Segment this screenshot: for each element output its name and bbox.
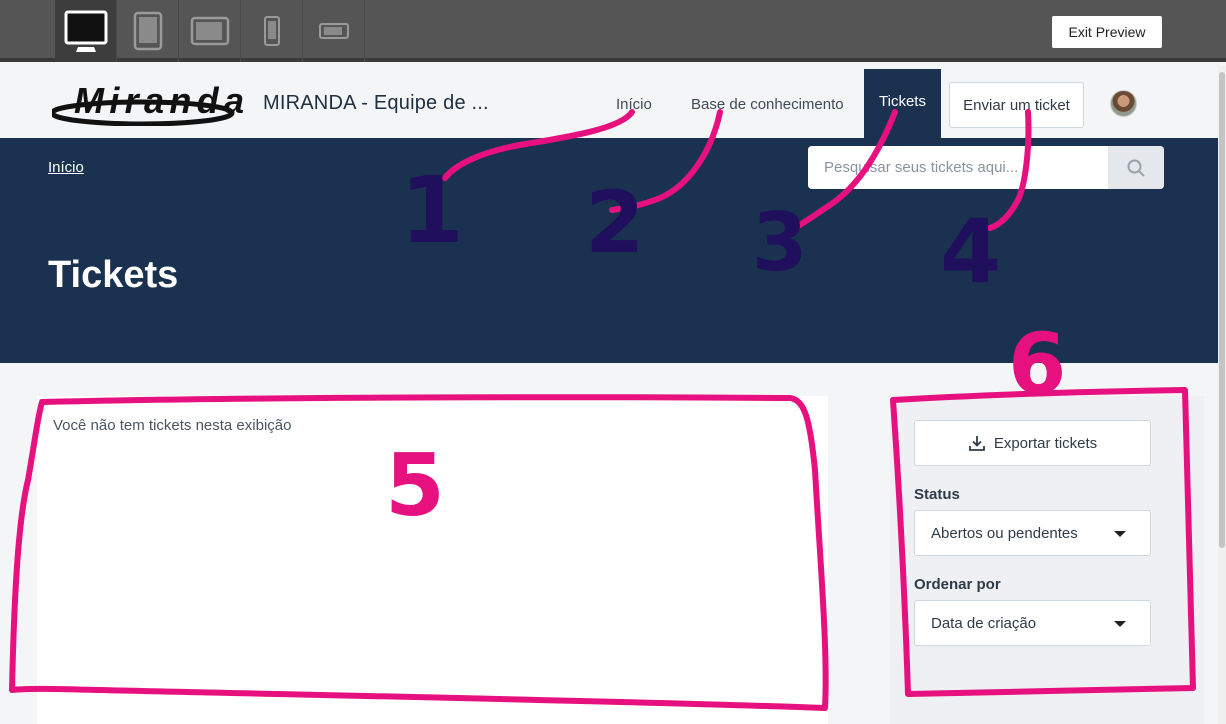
page-title: Tickets xyxy=(48,254,179,296)
exit-preview-button[interactable]: Exit Preview xyxy=(1052,16,1162,48)
ticket-search xyxy=(808,146,1164,189)
status-select[interactable]: Abertos ou pendentes xyxy=(914,510,1151,556)
download-icon xyxy=(968,436,985,451)
sort-select-value: Data de criação xyxy=(931,614,1037,632)
sort-select[interactable]: Data de criação xyxy=(914,600,1151,646)
miranda-logo[interactable]: Miranda xyxy=(52,80,248,126)
user-avatar[interactable] xyxy=(1110,90,1137,117)
tickets-list-panel: Você não tem tickets nesta exibição xyxy=(37,396,828,724)
export-tickets-label: Exportar tickets xyxy=(993,434,1098,452)
tablet-portrait-preview-button[interactable] xyxy=(117,0,179,62)
chevron-down-icon xyxy=(1114,531,1126,537)
tablet-landscape-preview-button[interactable] xyxy=(179,0,241,62)
hero-banner: Início Tickets xyxy=(0,138,1218,363)
nav-tickets-tab[interactable]: Tickets xyxy=(864,69,941,138)
sort-label: Ordenar por xyxy=(914,576,1001,593)
desktop-icon xyxy=(64,10,107,52)
status-label: Status xyxy=(914,486,960,503)
nav-home-link[interactable]: Início xyxy=(616,96,652,113)
site-header: Miranda MIRANDA - Equipe de ... Início B… xyxy=(0,66,1218,138)
tablet-portrait-icon xyxy=(133,11,162,51)
search-icon xyxy=(1127,159,1145,177)
status-select-value: Abertos ou pendentes xyxy=(931,524,1078,542)
empty-tickets-message: Você não tem tickets nesta exibição xyxy=(53,417,292,434)
search-button[interactable] xyxy=(1108,146,1164,189)
chevron-down-icon xyxy=(1114,621,1126,627)
phone-portrait-preview-button[interactable] xyxy=(241,0,303,62)
svg-text:Miranda: Miranda xyxy=(74,80,244,121)
submit-ticket-button[interactable]: Enviar um ticket xyxy=(949,82,1084,128)
tablet-landscape-icon xyxy=(190,16,229,46)
brand-name[interactable]: MIRANDA - Equipe de ... xyxy=(263,92,489,115)
tickets-sidebar: Exportar tickets Status Abertos ou pende… xyxy=(890,396,1204,724)
phone-landscape-preview-button[interactable] xyxy=(303,0,365,62)
preview-toolbar: Exit Preview xyxy=(0,0,1226,62)
phone-landscape-icon xyxy=(318,23,349,39)
desktop-preview-button[interactable] xyxy=(55,0,117,62)
ticket-search-input[interactable] xyxy=(808,146,1108,189)
phone-portrait-icon xyxy=(263,16,280,46)
export-tickets-button[interactable]: Exportar tickets xyxy=(914,420,1151,466)
nav-knowledge-base-link[interactable]: Base de conhecimento xyxy=(691,96,844,113)
scrollbar-thumb[interactable] xyxy=(1219,72,1225,548)
breadcrumb-home-link[interactable]: Início xyxy=(48,159,84,176)
